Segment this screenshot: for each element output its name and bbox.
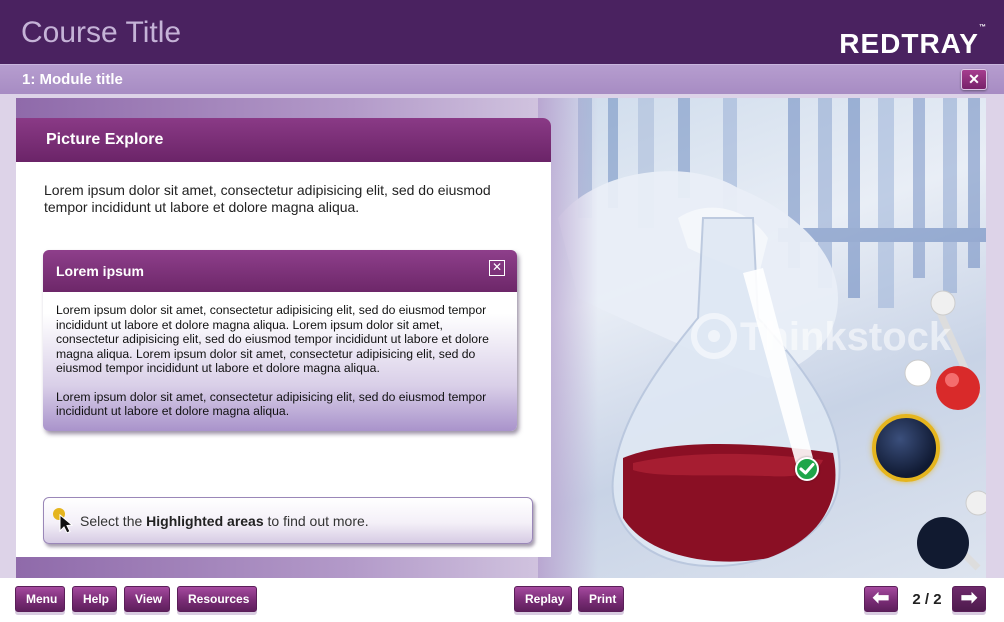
course-player: Course Title REDTRAY™ 1: Module title ✕ (0, 0, 1004, 622)
replay-button[interactable]: Replay (514, 586, 572, 612)
thinkstock-watermark: Thinkstock (740, 315, 952, 359)
info-popup: Lorem ipsum ✕ Lorem ipsum dolor sit amet… (43, 250, 517, 431)
arrow-right-icon: ➡ (960, 587, 978, 609)
instruction-highlight: Highlighted areas (146, 513, 264, 529)
footer-bar: Menu Help View Resources Replay Print ⬅ … (0, 578, 1004, 622)
arrow-left-icon: ⬅ (872, 587, 890, 609)
logo-text: REDTRAY (839, 28, 979, 59)
module-bar: 1: Module title ✕ (0, 64, 1004, 94)
instruction-prefix: Select the (80, 513, 147, 529)
popup-title: Lorem ipsum (56, 263, 144, 279)
popup-paragraph: Lorem ipsum dolor sit amet, consectetur … (56, 303, 489, 375)
next-page-button[interactable]: ➡ (952, 586, 986, 612)
help-button[interactable]: Help (72, 586, 117, 612)
close-module-button[interactable]: ✕ (961, 69, 987, 90)
close-icon: ✕ (491, 260, 503, 274)
popup-body: Lorem ipsum dolor sit amet, consectetur … (56, 303, 506, 431)
view-button[interactable]: View (124, 586, 170, 612)
panel-title: Picture Explore (46, 131, 164, 148)
redtray-logo: REDTRAY™ (839, 24, 986, 60)
checkmark-icon (799, 463, 815, 475)
lab-photo: Thinkstock (538, 98, 986, 578)
previous-page-button[interactable]: ⬅ (864, 586, 898, 612)
content-panel: Picture Explore Lorem ipsum dolor sit am… (16, 118, 551, 557)
module-title: 1: Module title (22, 71, 123, 88)
panel-header: Picture Explore (16, 118, 551, 162)
popup-paragraph: Lorem ipsum dolor sit amet, consectetur … (56, 389, 487, 419)
instruction-box: Select the Highlighted areas to find out… (43, 497, 533, 544)
menu-button[interactable]: Menu (15, 586, 65, 612)
popup-close-button[interactable]: ✕ (489, 260, 505, 276)
close-icon: ✕ (968, 71, 980, 87)
checkmark-hotspot[interactable] (795, 457, 819, 481)
highlight-ring-hotspot[interactable] (872, 414, 940, 482)
instruction-text: Select the Highlighted areas to find out… (80, 513, 369, 529)
print-button[interactable]: Print (578, 586, 624, 612)
lab-photo-illustration: Thinkstock (558, 98, 986, 571)
page-counter: 2 / 2 (912, 591, 942, 608)
pointer-cursor-icon (53, 508, 74, 533)
instruction-suffix: to find out more. (263, 513, 369, 529)
resources-button[interactable]: Resources (177, 586, 257, 612)
panel-intro-text: Lorem ipsum dolor sit amet, consectetur … (44, 182, 491, 215)
header-bar: Course Title REDTRAY™ (0, 0, 1004, 64)
trademark-mark: ™ (979, 23, 986, 31)
course-title: Course Title (21, 16, 182, 49)
popup-header: Lorem ipsum ✕ (43, 250, 517, 292)
